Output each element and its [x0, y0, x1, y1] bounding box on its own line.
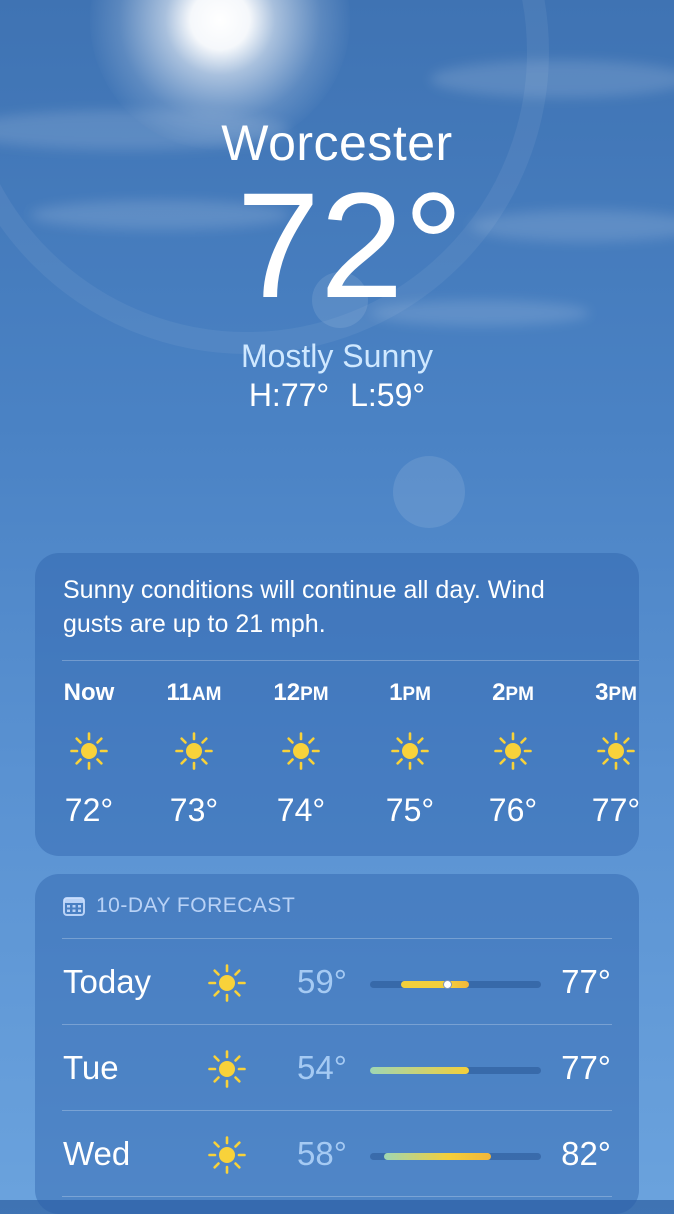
ten-day-header: 10-DAY FORECAST [63, 894, 295, 918]
sun-icon [597, 732, 635, 770]
day-high-temp: 82° [561, 1135, 611, 1172]
temp-range-bar [370, 1153, 541, 1160]
day-name: Today [63, 963, 152, 1000]
sun-icon [282, 732, 320, 770]
hour-temp: 74° [276, 792, 326, 828]
forecast-summary: Sunny conditions will continue all day. … [63, 576, 545, 638]
condition-text: Mostly Sunny [240, 338, 434, 374]
day-low-temp: 59° [297, 963, 347, 1000]
day-name: Tue [63, 1049, 119, 1086]
cloud-wisp [430, 60, 674, 98]
hourly-forecast-card[interactable]: Sunny conditions will continue all day. … [35, 553, 639, 856]
current-temperature: 72° [236, 161, 464, 329]
day-row[interactable]: Wed 58° 82° [35, 1111, 639, 1197]
temp-range-fill [383, 1153, 492, 1160]
hourly-list[interactable]: Now 72° 11AM 73° 12PM 74° 1PM 75° 2PM 76… [35, 679, 639, 849]
sun-icon [208, 1050, 246, 1088]
day-row[interactable]: Tue 54° 77° [35, 1025, 639, 1111]
sun-icon [391, 732, 429, 770]
temp-range-bar [370, 1067, 541, 1074]
sun-icon [70, 732, 108, 770]
day-name: Wed [63, 1135, 131, 1172]
ten-day-forecast-card[interactable]: 10-DAY FORECAST Today 59° 77° Tue 54° 77… [35, 874, 639, 1214]
divider [62, 1196, 612, 1197]
hour-item: 3PM 77° [566, 679, 639, 829]
current-temp-dot [442, 980, 452, 989]
temp-range-fill [400, 981, 470, 988]
hour-item: 2PM 76° [463, 679, 563, 829]
sun-icon [175, 732, 213, 770]
hour-item: 1PM 75° [360, 679, 460, 829]
sun-icon [208, 1136, 246, 1174]
temp-range-fill [370, 1067, 470, 1074]
hour-item: 12PM 74° [251, 679, 351, 829]
hour-temp: 76° [488, 792, 538, 828]
hour-label: 11AM [166, 679, 222, 706]
day-high-temp: 77° [561, 1049, 611, 1086]
hour-label: 12PM [273, 679, 329, 706]
day-low-temp: 58° [297, 1135, 347, 1172]
high-temp: H:77° [248, 377, 330, 413]
ten-day-title: 10-DAY FORECAST [96, 894, 296, 917]
hour-label: 1PM [389, 679, 431, 706]
hour-label: 3PM [595, 679, 637, 706]
temp-range-bar [370, 980, 541, 989]
hour-temp: 75° [385, 792, 435, 828]
high-low: H:77° L:59° [0, 377, 674, 414]
hour-item: 11AM 73° [144, 679, 244, 829]
current-weather: Worcester 72° Mostly Sunny H:77° L:59° [0, 114, 674, 414]
divider [62, 660, 639, 661]
day-row[interactable]: Today 59° 77° [35, 939, 639, 1025]
hour-temp: 77° [591, 792, 639, 828]
hour-temp: 72° [64, 792, 114, 828]
hour-item: Now 72° [39, 679, 139, 829]
hour-label: Now [63, 679, 115, 706]
lens-flare [393, 456, 465, 528]
day-high-temp: 77° [561, 963, 611, 1000]
hour-temp: 73° [169, 792, 219, 828]
sun-icon [208, 964, 246, 1002]
hour-label: 2PM [492, 679, 534, 706]
low-temp: L:59° [350, 377, 426, 413]
day-low-temp: 54° [297, 1049, 347, 1086]
calendar-icon [63, 897, 85, 916]
sun-icon [494, 732, 532, 770]
